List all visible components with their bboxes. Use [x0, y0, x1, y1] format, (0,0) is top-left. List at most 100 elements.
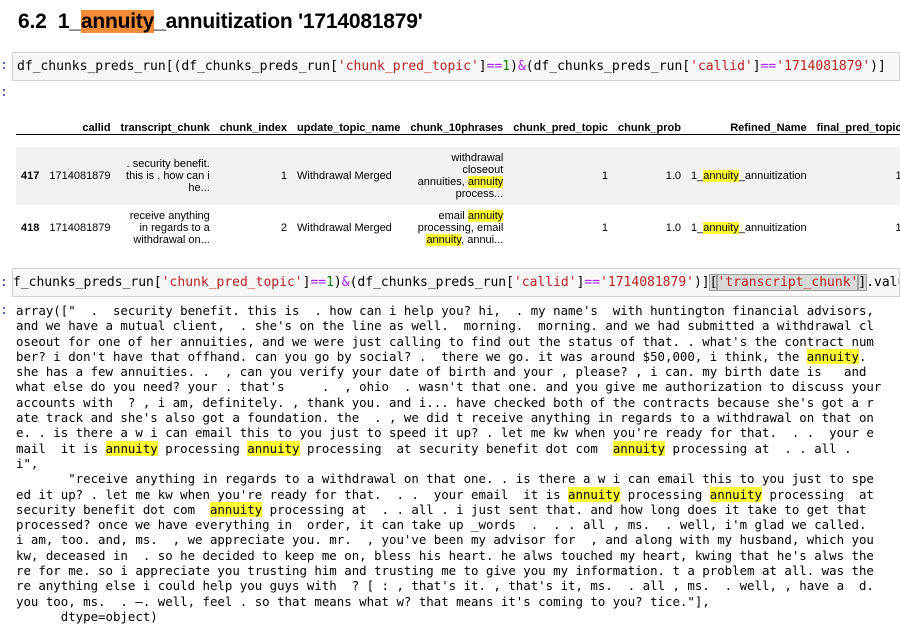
text-segment: he...	[188, 182, 210, 194]
output-line: e. . is there a w i can email this to yo…	[16, 425, 881, 440]
text-segment: re for me. so i appreciate you trusting …	[16, 563, 874, 579]
output-line: accounts with ? , i am, definitely. , th…	[16, 395, 881, 410]
text-segment: processing, email	[417, 222, 504, 234]
index-header	[16, 112, 45, 135]
code-token: ==	[760, 59, 777, 74]
text-segment: i",	[16, 455, 39, 471]
output-line: ed it up? . let me kw when you're ready …	[16, 486, 881, 502]
cell1-code[interactable]: df_chunks_preds_run[(df_chunks_preds_run…	[17, 59, 886, 74]
dataframe-table: callid transcript_chunk chunk_index update_…	[16, 112, 900, 251]
code-token: ==	[584, 275, 601, 290]
text-segment: array([" . security benefit. this is . h…	[16, 303, 874, 318]
cell-callid: 1714081879	[44, 147, 116, 205]
column-header-chunk-pred-topic: chunk_pred_topic	[508, 112, 614, 135]
section-heading: 6.2 1_annuity_annuitization '1714081879'	[18, 10, 423, 34]
text-segment: oseout for one of her annuities, and we …	[16, 333, 874, 349]
code-token: 1	[326, 275, 334, 290]
code-token: )	[510, 59, 518, 74]
code-token: ]	[752, 59, 761, 74]
cell2-code[interactable]: f_chunks_preds_run['chunk_pred_topic'] ==…	[13, 274, 899, 291]
output-line: she has a few annuities. . , can you ver…	[16, 364, 881, 379]
column-header-chunk-index: chunk_index	[214, 112, 293, 135]
code-token: ]	[478, 59, 487, 74]
cell-transcript-chunk: . security benefit. this is . how can i he…	[115, 147, 215, 205]
code-token: ==	[310, 275, 327, 290]
heading-suffix: _annuitization '1714081879'	[154, 10, 423, 33]
text-segment: withdrawal	[451, 152, 504, 164]
code-token: 'transcript_chunk'	[716, 274, 860, 291]
column-header-refined-name: Refined_Name	[686, 112, 812, 135]
table-spacer-row	[16, 135, 900, 148]
output-line: oseout for one of her annuities, and we …	[16, 334, 881, 349]
text-segment: "receive anything in regards to a withdr…	[16, 471, 874, 487]
text-segment: 1_	[691, 222, 704, 234]
text-segment: annuities,	[417, 176, 468, 188]
text-segment: .	[858, 348, 867, 364]
cell2-prompt: :	[0, 275, 8, 290]
text-segment: security benefit dot com	[16, 501, 210, 517]
column-header-chunk-10phrases: chunk_10phrases	[405, 112, 509, 135]
output-line: ber? i don't have that offhand. can you …	[16, 348, 881, 364]
code-token: ]	[857, 274, 868, 291]
code-cell-values[interactable]: f_chunks_preds_run['chunk_pred_topic'] ==…	[12, 268, 900, 297]
cell-refined-name: 1_annuity_annuitization	[686, 147, 812, 205]
cell-chunk-10phrases: email annuity processing, email annuity, a…	[405, 205, 509, 251]
text-segment: _annuitization	[738, 222, 807, 234]
text-segment: mail it is	[16, 440, 106, 456]
cell1-prompt: :	[0, 58, 8, 73]
code-token: '1714081879'	[776, 59, 871, 74]
code-cell-filter[interactable]: df_chunks_preds_run[(df_chunks_preds_run…	[12, 52, 900, 81]
search-highlight: annuity	[467, 176, 504, 188]
cell-chunk-prob: 1.0	[613, 205, 686, 251]
output-line: i am, too. and, ms. , we appreciate you.…	[16, 532, 881, 547]
text-segment: processing at	[762, 486, 874, 502]
text-segment: processing	[157, 440, 248, 456]
search-highlight: annuity	[467, 210, 504, 222]
text-segment: you too, ms. . —. well, feel . so that m…	[16, 593, 710, 609]
text-segment: i am, too. and, ms. , we appreciate you.…	[16, 532, 874, 548]
search-highlight: annuity	[612, 440, 666, 456]
code-token: 'chunk_pred_topic'	[161, 275, 303, 290]
cell-chunk-prob: 1.0	[613, 147, 686, 205]
code-token: 'callid'	[513, 275, 577, 290]
text-segment: ber? i don't have that offhand. can you …	[16, 348, 807, 364]
text-segment: processing at . . all .	[665, 440, 852, 456]
text-segment: email	[438, 210, 468, 222]
output1-prompt: :	[0, 85, 8, 100]
output-line: you too, ms. . —. well, feel . so that m…	[16, 594, 881, 609]
cell-chunk-index: 2	[214, 205, 293, 251]
code-token: f_chunks_preds_run[	[13, 275, 162, 290]
row-index: 418	[16, 205, 45, 251]
output-line: kw, deceased in . so he decided to keep …	[16, 548, 881, 563]
code-token: &	[517, 59, 526, 74]
column-header-chunk-prob: chunk_prob	[613, 112, 686, 135]
text-segment: ed it up? . let me kw when you're ready …	[16, 486, 569, 502]
text-segment: e. . is there a w i can email this to yo…	[16, 425, 874, 441]
code-token: 'callid'	[690, 59, 753, 74]
text-segment: ate track and she's also got a foundatio…	[16, 410, 874, 426]
text-segment: process...	[455, 188, 504, 200]
code-token: 1	[502, 59, 511, 74]
code-token: .values	[866, 275, 899, 290]
code-token: df_chunks_preds_run[(df_chunks_preds_run…	[17, 59, 338, 74]
output-array-text: array([" . security benefit. this is . h…	[16, 303, 881, 624]
cell-chunk-pred-topic: 1	[508, 147, 614, 205]
search-highlight: annuity	[703, 222, 739, 234]
search-highlight: annuity	[209, 501, 263, 517]
row-index: 417	[16, 147, 45, 205]
output-line: "receive anything in regards to a withdr…	[16, 471, 881, 486]
text-segment: withdrawal on...	[133, 234, 210, 246]
cell-callid: 1714081879	[44, 205, 116, 251]
text-segment: . security benefit.	[126, 158, 210, 170]
search-highlight: annuity	[709, 486, 762, 502]
search-highlight: annuity	[105, 440, 158, 456]
code-token: (df_chunks_preds_run[	[525, 59, 691, 74]
output-line: re for me. so i appreciate you trusting …	[16, 563, 881, 578]
code-token: )]	[870, 59, 886, 74]
table-header-row: callid transcript_chunk chunk_index update_…	[16, 112, 900, 135]
code-token: &	[341, 275, 350, 290]
text-segment: receive anything	[129, 210, 210, 222]
cell-final-pred-topic: 1	[811, 205, 900, 251]
text-segment: processing at . . all . i just sent that…	[262, 501, 867, 517]
heading-highlight: annuity	[80, 10, 155, 33]
